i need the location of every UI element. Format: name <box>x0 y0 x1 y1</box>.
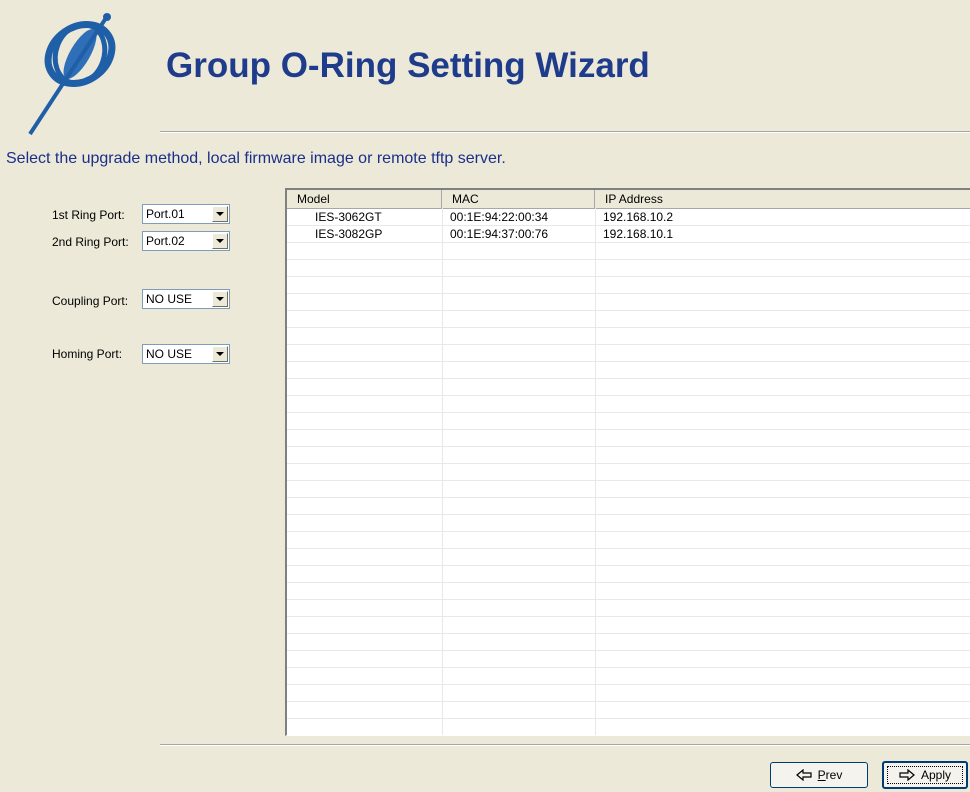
grid-row-line <box>287 735 970 736</box>
grid-row-line <box>287 327 970 328</box>
homing-port-label: Homing Port: <box>52 347 123 361</box>
grid-row-line <box>287 446 970 447</box>
table-row-1-model[interactable]: IES-3062GT <box>315 210 382 224</box>
grid-row-line <box>287 242 970 243</box>
device-list-header: Model MAC IP Address <box>287 190 970 209</box>
prev-button[interactable]: Prev <box>770 762 868 788</box>
grid-row-line <box>287 701 970 702</box>
instruction-text: Select the upgrade method, local firmwar… <box>6 150 506 167</box>
grid-row-line <box>287 225 970 226</box>
prev-button-label: Prev <box>817 768 843 782</box>
chevron-down-icon[interactable] <box>212 346 228 362</box>
column-header-model[interactable]: Model <box>287 190 442 208</box>
grid-row-line <box>287 480 970 481</box>
footer-separator <box>160 744 970 746</box>
coupling-port-value: NO USE <box>146 292 193 306</box>
ring1-port-label: 1st Ring Port: <box>52 208 125 222</box>
device-list[interactable]: Model MAC IP Address IES-3062GT 00:1E:94… <box>285 188 970 736</box>
ring1-port-select[interactable]: Port.01 <box>142 204 230 224</box>
grid-column-line <box>442 208 443 735</box>
grid-row-line <box>287 531 970 532</box>
homing-port-select[interactable]: NO USE <box>142 344 230 364</box>
chevron-down-icon[interactable] <box>212 233 228 249</box>
grid-row-line <box>287 429 970 430</box>
coupling-port-select[interactable]: NO USE <box>142 289 230 309</box>
ring2-port-select[interactable]: Port.02 <box>142 231 230 251</box>
wizard-title: Group O-Ring Setting Wizard <box>166 46 650 85</box>
grid-row-line <box>287 378 970 379</box>
chevron-down-icon[interactable] <box>212 206 228 222</box>
grid-column-line <box>595 208 596 735</box>
grid-row-line <box>287 259 970 260</box>
ring2-port-label: 2nd Ring Port: <box>52 235 129 249</box>
grid-row-line <box>287 582 970 583</box>
ring2-port-value: Port.02 <box>146 234 185 248</box>
grid-row-line <box>287 310 970 311</box>
grid-row-line <box>287 548 970 549</box>
ring1-port-value: Port.01 <box>146 207 185 221</box>
grid-row-line <box>287 684 970 685</box>
arrow-right-icon <box>899 769 915 781</box>
apply-button-label: Apply <box>920 768 952 782</box>
title-separator <box>160 131 970 133</box>
grid-row-line <box>287 633 970 634</box>
grid-row-line <box>287 667 970 668</box>
grid-row-line <box>287 718 970 719</box>
apply-button[interactable]: Apply <box>882 761 968 789</box>
grid-row-line <box>287 344 970 345</box>
column-header-mac[interactable]: MAC <box>442 190 595 208</box>
table-row-1-ip[interactable]: 192.168.10.2 <box>603 210 673 224</box>
homing-port-value: NO USE <box>146 347 193 361</box>
grid-row-line <box>287 276 970 277</box>
grid-row-line <box>287 293 970 294</box>
grid-row-line <box>287 361 970 362</box>
table-row-2-mac[interactable]: 00:1E:94:37:00:76 <box>450 227 548 241</box>
grid-row-line <box>287 565 970 566</box>
grid-row-line <box>287 395 970 396</box>
grid-row-line <box>287 616 970 617</box>
table-row-2-model[interactable]: IES-3082GP <box>315 227 382 241</box>
grid-row-line <box>287 650 970 651</box>
table-row-2-ip[interactable]: 192.168.10.1 <box>603 227 673 241</box>
arrow-left-icon <box>795 769 812 781</box>
grid-row-line <box>287 497 970 498</box>
coupling-port-label: Coupling Port: <box>52 294 129 308</box>
table-row-1-mac[interactable]: 00:1E:94:22:00:34 <box>450 210 548 224</box>
grid-row-line <box>287 412 970 413</box>
column-header-ip[interactable]: IP Address <box>595 190 970 208</box>
chevron-down-icon[interactable] <box>212 291 228 307</box>
ring-logo-icon <box>28 13 116 136</box>
grid-row-line <box>287 599 970 600</box>
grid-row-line <box>287 514 970 515</box>
grid-row-line <box>287 463 970 464</box>
